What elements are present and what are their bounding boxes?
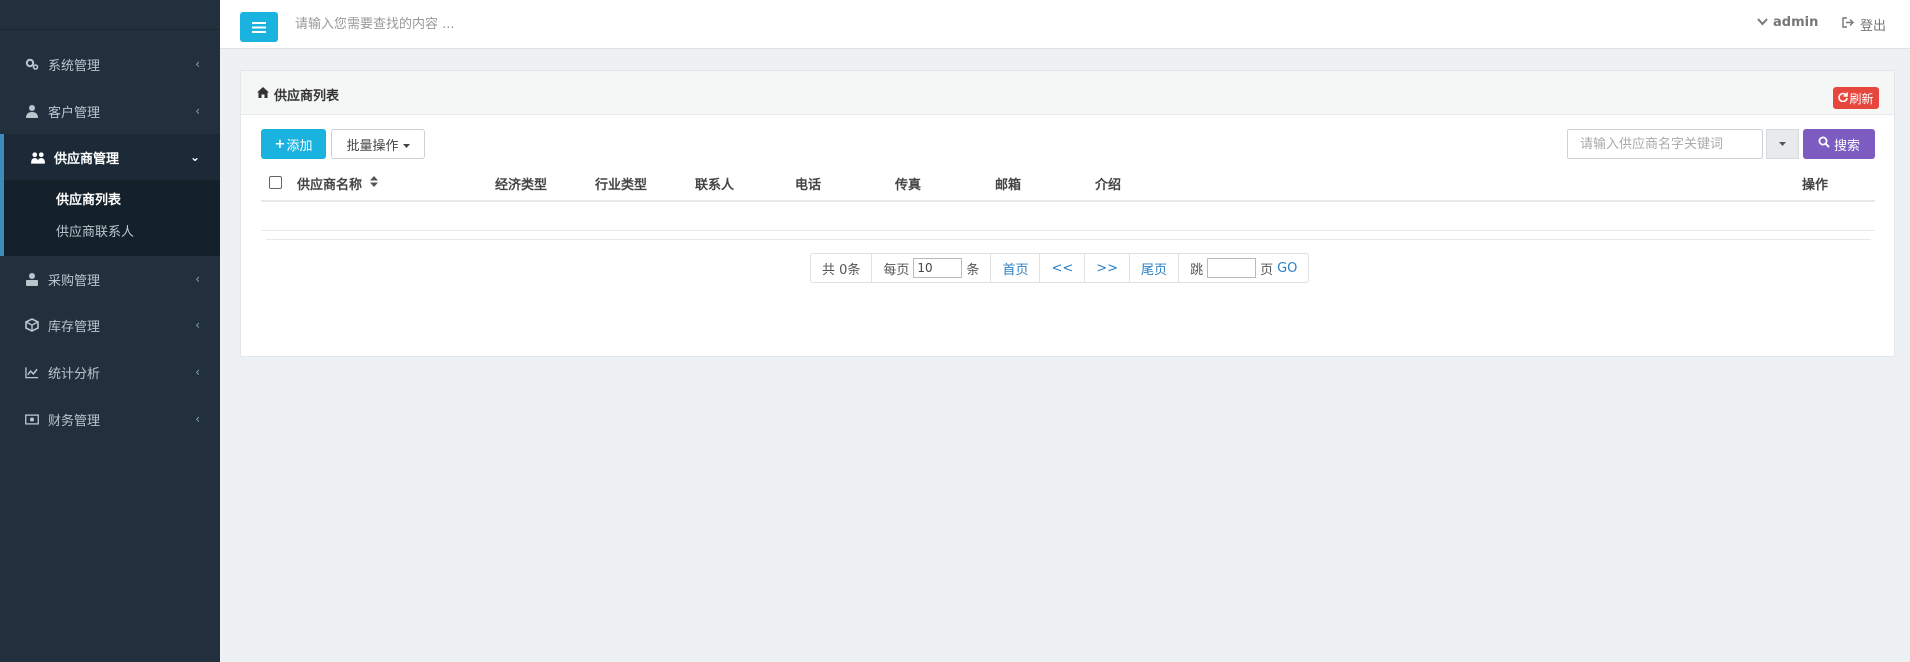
topbar: admin 登出 — [220, 0, 1910, 49]
add-button[interactable]: + 添加 — [261, 129, 326, 159]
sidebar: 系统管理 ‹ 客户管理 ‹ 供应商管理 ⌄ 供应商列表 供应商联系人 采购管理 … — [0, 0, 220, 662]
submenu-item-supplier-contacts[interactable]: 供应商联系人 — [56, 221, 134, 240]
per-page-unit: 条 — [966, 262, 980, 278]
plus-icon: + — [274, 136, 286, 152]
add-label: 添加 — [286, 138, 313, 154]
global-search-input[interactable] — [295, 13, 695, 35]
column-header-economic-type: 经济类型 — [495, 178, 548, 193]
panel-title-text: 供应商列表 — [274, 89, 340, 104]
buyer-icon — [25, 272, 39, 286]
line-chart-icon — [25, 365, 39, 379]
users-icon — [31, 150, 45, 164]
sidebar-item-inventory[interactable]: 库存管理 ‹ — [0, 302, 220, 348]
caret-down-icon — [402, 137, 410, 152]
caret-down-icon — [1779, 142, 1786, 146]
table-header: 供应商名称 经济类型 行业类型 联系人 电话 传真 邮箱 介绍 操作 — [261, 163, 1875, 202]
sidebar-item-purchase[interactable]: 采购管理 ‹ — [0, 256, 220, 302]
sort-icon — [370, 176, 379, 191]
batch-actions-dropdown[interactable]: 批量操作 — [331, 129, 425, 159]
chevron-down-icon — [1757, 15, 1768, 30]
column-header-contact: 联系人 — [695, 178, 735, 193]
search-icon — [1818, 136, 1830, 152]
supplier-submenu: 供应商列表 供应商联系人 — [0, 180, 220, 256]
pager-jump: 跳 页 GO — [1179, 254, 1308, 282]
sidebar-item-statistics[interactable]: 统计分析 ‹ — [0, 349, 220, 395]
column-header-intro: 介绍 — [1095, 178, 1122, 193]
chevron-down-icon: ⌄ — [189, 150, 200, 164]
select-all-checkbox[interactable] — [269, 176, 282, 189]
chevron-left-icon: ‹ — [195, 104, 200, 118]
sidebar-item-label: 系统管理 — [48, 58, 101, 74]
search-label: 搜索 — [1833, 138, 1860, 154]
chevron-left-icon: ‹ — [195, 272, 200, 286]
sidebar-item-label: 供应商管理 — [54, 151, 120, 167]
column-header-email: 邮箱 — [995, 178, 1022, 193]
table-divider — [261, 230, 1875, 231]
search-button[interactable]: 搜索 — [1803, 129, 1875, 159]
chevron-left-icon: ‹ — [195, 57, 200, 71]
panel-title: 供应商列表 — [257, 85, 339, 104]
column-header-fax: 传真 — [895, 178, 922, 193]
pager-total: 共 0条 — [811, 254, 873, 282]
jump-label: 跳 — [1190, 262, 1204, 278]
per-page-label: 每页 — [883, 262, 910, 278]
column-header-phone: 电话 — [795, 178, 822, 193]
page-unit: 页 — [1260, 262, 1274, 278]
last-page-link[interactable]: 尾页 — [1130, 254, 1180, 282]
sidebar-item-label: 采购管理 — [48, 273, 101, 289]
home-icon — [257, 87, 269, 102]
chevron-left-icon: ‹ — [195, 365, 200, 379]
refresh-button[interactable]: 刷新 — [1833, 87, 1879, 109]
sidebar-item-customer[interactable]: 客户管理 ‹ — [0, 88, 220, 134]
pager-per-page: 每页 条 — [872, 254, 992, 282]
supplier-list-panel: 供应商列表 刷新 + 添加 批量操作 搜索 供应商名称 — [240, 70, 1895, 357]
user-name: admin — [1773, 15, 1819, 30]
gears-icon — [25, 57, 39, 71]
chevron-left-icon: ‹ — [195, 412, 200, 426]
sidebar-item-supplier[interactable]: 供应商管理 ⌄ — [0, 134, 220, 180]
sidebar-item-label: 统计分析 — [48, 366, 101, 382]
refresh-label: 刷新 — [1849, 91, 1874, 106]
logout-button[interactable]: 登出 — [1842, 15, 1886, 34]
menu-toggle-button[interactable] — [240, 12, 278, 42]
sidebar-item-label: 财务管理 — [48, 413, 101, 429]
user-menu[interactable]: admin — [1757, 15, 1818, 30]
table-footer-divider — [266, 239, 1871, 240]
per-page-input[interactable] — [913, 258, 963, 278]
sidebar-item-label: 库存管理 — [48, 319, 101, 335]
supplier-search-input[interactable] — [1567, 129, 1763, 159]
sidebar-header — [0, 0, 220, 30]
sidebar-item-finance[interactable]: 财务管理 ‹ — [0, 396, 220, 442]
panel-header: 供应商列表 刷新 — [241, 71, 1894, 115]
column-header-actions: 操作 — [1802, 178, 1829, 193]
batch-label: 批量操作 — [346, 138, 399, 154]
submenu-item-supplier-list[interactable]: 供应商列表 — [56, 189, 121, 208]
bars-icon — [252, 21, 266, 33]
column-header-name[interactable]: 供应商名称 — [297, 174, 379, 193]
refresh-icon — [1838, 91, 1849, 105]
pagination: 共 0条 每页 条 首页 << >> 尾页 跳 页 GO — [810, 253, 1310, 283]
chevron-left-icon: ‹ — [195, 318, 200, 332]
money-icon — [25, 412, 39, 426]
search-options-dropdown[interactable] — [1766, 129, 1799, 159]
first-page-link[interactable]: 首页 — [991, 254, 1041, 282]
go-button[interactable]: GO — [1277, 261, 1297, 276]
column-header-industry-type: 行业类型 — [595, 178, 648, 193]
column-header-label: 供应商名称 — [297, 178, 363, 193]
sidebar-item-label: 客户管理 — [48, 105, 101, 121]
logout-label: 登出 — [1860, 19, 1887, 34]
sign-out-icon — [1842, 17, 1854, 32]
cube-icon — [25, 318, 39, 332]
jump-page-input[interactable] — [1207, 258, 1257, 278]
user-icon — [25, 104, 39, 118]
next-page-link[interactable]: >> — [1085, 254, 1131, 282]
prev-page-link[interactable]: << — [1040, 254, 1086, 282]
sidebar-item-system[interactable]: 系统管理 ‹ — [0, 41, 220, 87]
